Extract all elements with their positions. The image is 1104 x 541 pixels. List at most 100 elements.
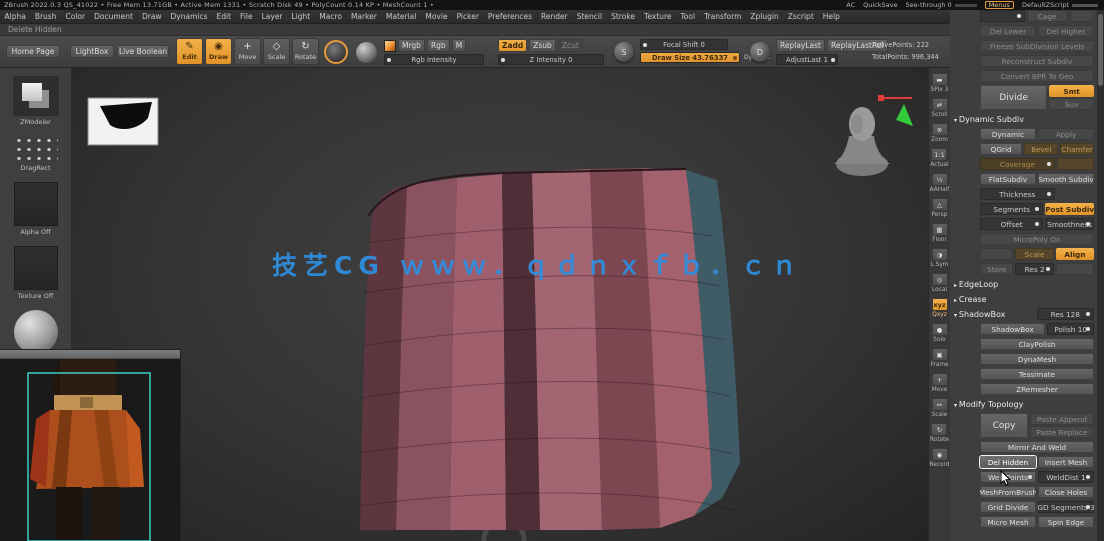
dynamesh-button[interactable]: DynaMesh (980, 353, 1094, 365)
replay-last-button[interactable]: ReplayLast (776, 39, 825, 52)
menu-item[interactable]: Document (90, 12, 138, 21)
reference-viewport-header[interactable] (0, 350, 180, 359)
paint-mode-button[interactable]: Mrgb (398, 39, 425, 52)
left-shelf-item[interactable]: Texture Off (0, 246, 71, 300)
right-shelf-button[interactable]: ◑ L.Sym (931, 248, 948, 268)
del-lower-button[interactable]: Del Lower (980, 25, 1036, 37)
menu-item[interactable]: Stroke (607, 12, 640, 21)
right-shelf-button[interactable]: ◎ Local (931, 273, 948, 293)
right-shelf-button[interactable]: ⊕ Zoom (931, 123, 948, 143)
welddist-1-slider[interactable]: WeldDist 1 (1038, 471, 1094, 483)
menu-item[interactable]: Movie (421, 12, 452, 21)
menu-item[interactable]: Picker (452, 12, 483, 21)
mirror-and-weld-button[interactable]: Mirror And Weld (980, 441, 1094, 453)
claypolish-button[interactable]: ClayPolish (980, 338, 1094, 350)
qgrid-button[interactable]: QGrid (980, 143, 1023, 155)
menu-item[interactable]: Material (381, 12, 420, 21)
zremesher-button[interactable]: ZRemesher (980, 383, 1094, 395)
edgeloop-section[interactable]: EdgeLoop (954, 278, 1094, 290)
menu-item[interactable]: Tool (676, 12, 700, 21)
right-shelf-button[interactable]: ◉ Record (929, 448, 950, 468)
micro-mesh-button[interactable]: Micro Mesh (980, 516, 1036, 528)
left-shelf-item[interactable]: Alpha Off (0, 182, 71, 236)
menu-item[interactable]: Macro (315, 12, 347, 21)
menu-item[interactable]: Edit (212, 12, 236, 21)
cage-button[interactable]: Cage (1026, 10, 1068, 22)
rgb-intensity-slider[interactable]: Rgb Intensity (384, 54, 484, 65)
smt-button[interactable]: Smt (1049, 85, 1094, 97)
freeze-subdivision-levels-button[interactable]: Freeze SubDivision Levels (980, 40, 1094, 52)
right-shelf-button[interactable]: ● Solo (931, 323, 948, 343)
right-shelf-button[interactable]: ⇄ Scroll (931, 98, 948, 118)
mode-button[interactable]: ◇ Scale (263, 38, 290, 65)
align-button[interactable]: Align (1055, 248, 1095, 260)
scrollbar[interactable] (1097, 10, 1104, 541)
menu-item[interactable]: Preferences (483, 12, 536, 21)
copy-button[interactable]: Copy (980, 413, 1028, 438)
focal-shift-slider[interactable]: Focal Shift 0 (640, 39, 728, 50)
res-128-slider[interactable]: Res 128 (1036, 308, 1094, 320)
weldpoints-button[interactable]: WeldPoints (980, 471, 1036, 483)
menu-item[interactable]: File (236, 12, 258, 21)
menu-item[interactable]: Marker (346, 12, 381, 21)
see-through-slider[interactable]: See-through 0 (905, 1, 977, 9)
right-shelf-button[interactable]: 1:1 Actual (930, 148, 949, 168)
left-shelf-item[interactable]: ZModeler (0, 76, 71, 126)
divide-button[interactable]: Divide (980, 85, 1048, 110)
crease-section[interactable]: Crease (954, 293, 1094, 305)
dynamic-subdiv-section[interactable]: Dynamic Subdiv (954, 113, 1094, 125)
paste-replace-button[interactable]: Paste Replace (1030, 426, 1094, 438)
menu-item[interactable]: Light (287, 12, 315, 21)
micropoly-on-button[interactable]: MicroPoly On (980, 233, 1094, 245)
dynamic-brush-button[interactable]: D (750, 42, 770, 62)
coverage-slider[interactable]: Coverage (980, 158, 1055, 170)
suv-button[interactable]: Suv (1049, 98, 1094, 110)
skirt-model[interactable] (358, 168, 740, 530)
menu-item[interactable]: Help (818, 12, 844, 21)
apply-button[interactable]: Apply (1038, 128, 1094, 140)
panel-item-button[interactable] (1055, 263, 1095, 275)
scale-button[interactable]: Scale (1015, 248, 1054, 260)
home-page-button[interactable]: Home Page (6, 45, 60, 58)
menu-item[interactable]: Color (61, 12, 90, 21)
sculpt-mode-button[interactable]: Zcut (557, 39, 583, 52)
chamfer-button[interactable]: Chamfer (1060, 143, 1094, 155)
right-shelf-button[interactable]: ▬ SPix 3 (931, 73, 948, 93)
grid-divide-button[interactable]: Grid Divide (980, 501, 1036, 513)
menu-item[interactable]: Render (537, 12, 573, 21)
gradient-swatch[interactable] (384, 39, 396, 52)
quicksave-button[interactable]: QuickSave (863, 1, 897, 9)
menu-item[interactable]: Draw (137, 12, 166, 21)
sculpt-mode-button[interactable]: Zadd (498, 39, 528, 52)
segments-slider[interactable]: Segments (980, 203, 1044, 215)
shadowbox-section[interactable]: ShadowBox (954, 308, 1035, 320)
panel-item-button[interactable] (1056, 158, 1094, 170)
bevel-button[interactable]: Bevel (1024, 143, 1059, 155)
gd-segments-3-slider[interactable]: GD Segments 3 (1038, 501, 1094, 513)
del-higher-button[interactable]: Del Higher (1038, 25, 1094, 37)
spin-edge-button[interactable]: Spin Edge (1038, 516, 1094, 528)
menu-item[interactable]: Texture (640, 12, 676, 21)
reference-viewport[interactable] (0, 350, 180, 541)
right-shelf-button[interactable]: ▣ Frame (930, 348, 949, 368)
store-button[interactable]: Store (980, 263, 1014, 275)
panel-item-button[interactable] (980, 248, 1014, 260)
menu-item[interactable]: Alpha (0, 12, 30, 21)
right-shelf-button[interactable]: ↻ Rotate (930, 423, 949, 443)
scrollbar-thumb[interactable] (1098, 14, 1103, 86)
smoothness-slider[interactable]: Smoothness (1045, 218, 1094, 230)
mode-button[interactable]: ✎ Edit (176, 38, 203, 65)
mode-button[interactable]: ↻ Rotate (292, 38, 319, 65)
menu-item[interactable]: Layer (257, 12, 287, 21)
see-through-track[interactable] (954, 3, 977, 7)
panel-item-button[interactable]: Paste Append Paste Replace (1030, 413, 1094, 438)
mode-button[interactable]: + Move (234, 38, 261, 65)
res-2-slider[interactable]: Res 2 (1015, 263, 1054, 275)
left-shelf-item[interactable]: DragRect (0, 136, 71, 172)
del-hidden-button[interactable]: Del Hidden (980, 456, 1036, 468)
panel-item-slider[interactable] (980, 10, 1025, 22)
menu-item[interactable]: Brush (30, 12, 61, 21)
polish-10-slider[interactable]: Polish 10 (1047, 323, 1094, 335)
axis-gizmo[interactable] (878, 95, 913, 126)
menu-item[interactable]: Dynamics (166, 12, 212, 21)
